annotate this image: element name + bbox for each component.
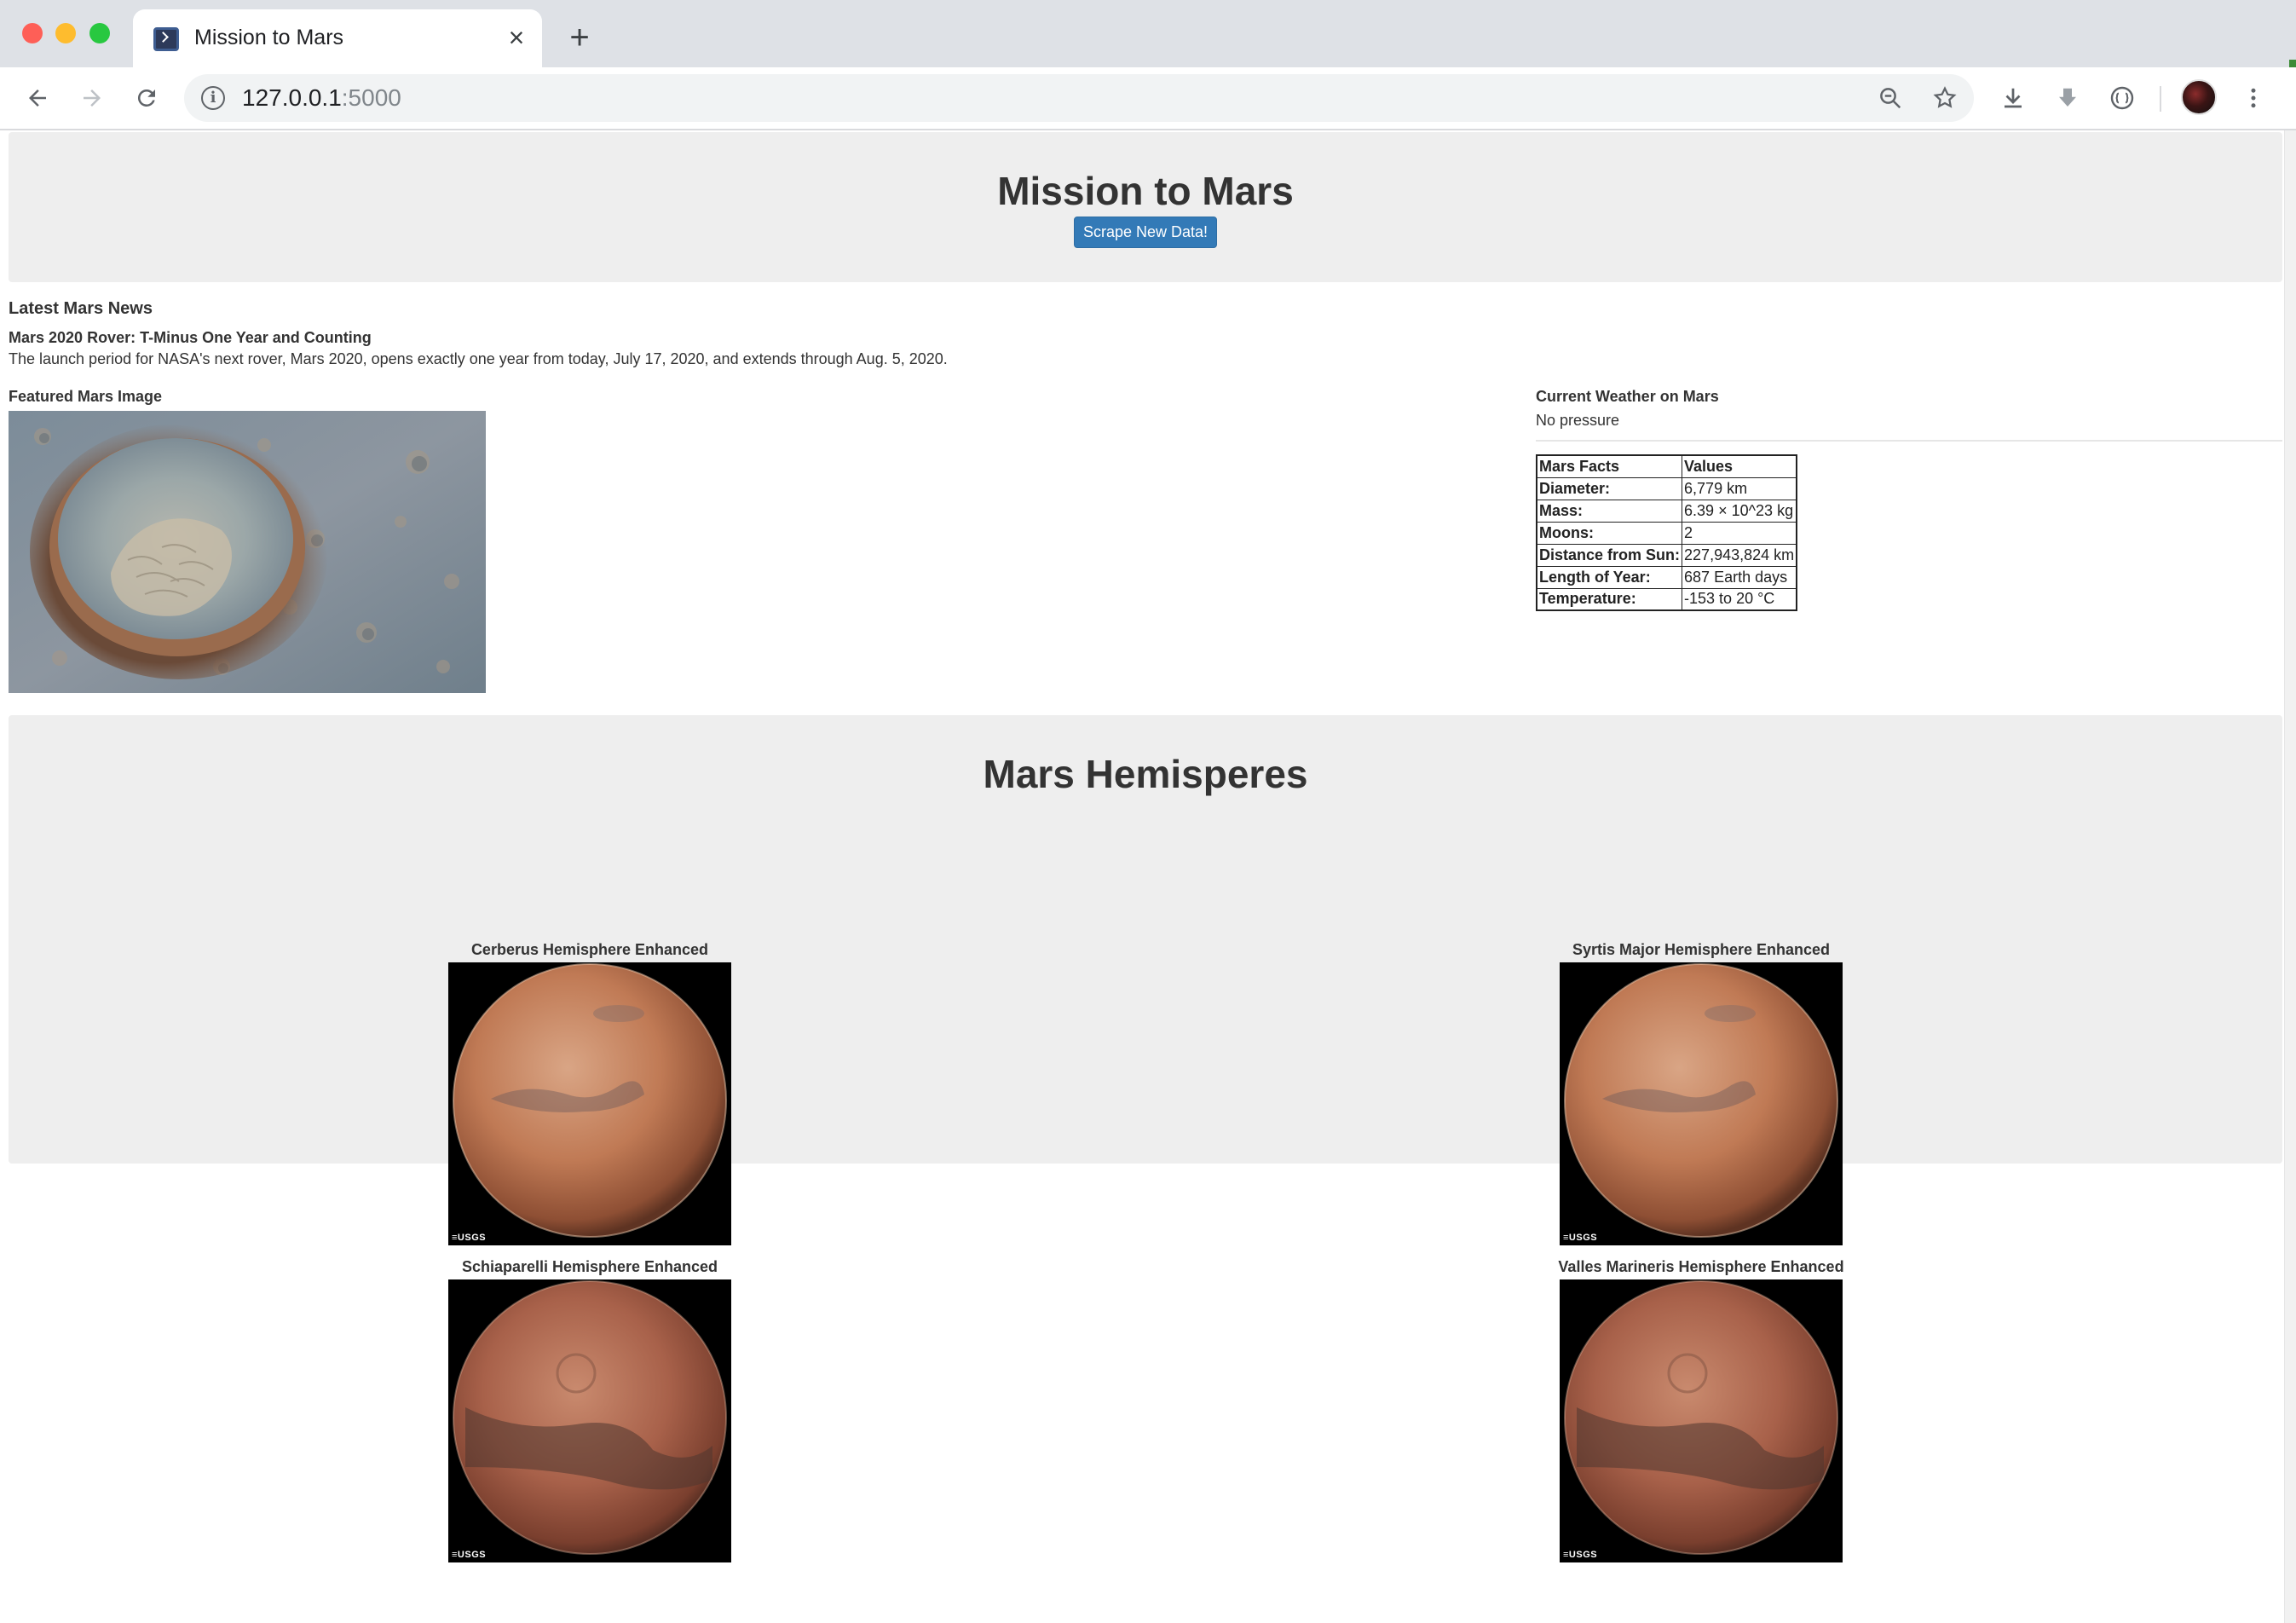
page-title: Mission to Mars	[997, 169, 1294, 213]
window-minimize-button[interactable]	[55, 23, 76, 43]
browser-toolbar: i 127.0.0.1:5000	[0, 67, 2296, 130]
browser-tab-active[interactable]: Mission to Mars ×	[133, 9, 542, 67]
site-info-icon[interactable]: i	[201, 86, 225, 110]
table-row: Mass: 6.39 × 10^23 kg	[1536, 499, 1797, 523]
window-maximize-button[interactable]	[89, 23, 110, 43]
featured-image-label: Featured Mars Image	[9, 388, 163, 405]
news-title: Mars 2020 Rover: T-Minus One Year and Co…	[9, 329, 372, 346]
page-content: Mission to Mars Scrape New Data! Latest …	[0, 132, 2284, 1623]
terminal-favicon-icon	[153, 27, 179, 51]
weather-label: Current Weather on Mars	[1536, 388, 1719, 405]
news-paragraph: The launch period for NASA's next rover,…	[9, 350, 948, 367]
table-row: Temperature: -153 to 20 °C	[1536, 587, 1797, 611]
hemisphere-caption: Syrtis Major Hemisphere Enhanced	[1572, 941, 1831, 958]
toolbar-separator	[2160, 86, 2161, 112]
usgs-logo: ≡USGS	[452, 1550, 487, 1560]
scrollbar-track[interactable]	[2284, 130, 2296, 1623]
fact-value: 6,779 km	[1682, 477, 1797, 500]
tab-close-icon[interactable]: ×	[501, 22, 532, 53]
download-arrow-icon[interactable]	[2049, 79, 2086, 117]
featured-mars-image	[9, 411, 486, 693]
new-tab-plus-icon[interactable]: +	[562, 20, 597, 55]
reload-icon[interactable]	[128, 79, 165, 117]
profile-avatar[interactable]	[2181, 79, 2217, 115]
fact-key: Mass:	[1536, 499, 1683, 523]
hemisphere-image: ≡USGS	[1560, 1279, 1843, 1562]
fact-value: -153 to 20 °C	[1682, 587, 1797, 611]
hemisphere-image: ≡USGS	[448, 1279, 731, 1562]
table-header-cell: Values	[1682, 454, 1797, 478]
hemispheres-panel: Mars Hemisperes Cerberus Hemisphere Enha…	[9, 715, 2282, 1562]
usgs-logo: ≡USGS	[452, 1233, 487, 1243]
hemisphere-image: ≡USGS	[448, 962, 731, 1245]
scrape-new-data-button[interactable]: Scrape New Data!	[1074, 217, 1217, 248]
address-bar[interactable]: i 127.0.0.1:5000	[184, 74, 1974, 122]
bookmark-star-icon[interactable]	[1930, 83, 1960, 113]
hemisphere-card-valles-marineris: Valles Marineris Hemisphere Enhanced ≡US…	[1558, 1256, 1844, 1562]
download-icon[interactable]	[1994, 79, 2032, 117]
hemispheres-title: Mars Hemisperes	[983, 752, 1308, 796]
fact-value: 2	[1682, 521, 1797, 545]
hemisphere-caption: Schiaparelli Hemisphere Enhanced	[461, 1258, 718, 1275]
extension-icon[interactable]	[2103, 79, 2141, 117]
table-row: Moons: 2	[1536, 521, 1797, 545]
fact-key: Temperature:	[1536, 587, 1683, 611]
usgs-logo: ≡USGS	[1563, 1233, 1598, 1243]
fact-value: 687 Earth days	[1682, 565, 1797, 589]
hemisphere-caption: Valles Marineris Hemisphere Enhanced	[1558, 1258, 1844, 1275]
header-jumbotron: Mission to Mars Scrape New Data!	[9, 132, 2282, 282]
hemisphere-card-cerberus: Cerberus Hemisphere Enhanced ≡USGS	[448, 939, 731, 1245]
table-row: Length of Year: 687 Earth days	[1536, 565, 1797, 589]
fact-key: Diameter:	[1536, 477, 1683, 500]
fact-value: 6.39 × 10^23 kg	[1682, 499, 1797, 523]
more-menu-icon[interactable]	[2235, 79, 2272, 117]
hemisphere-card-syrtis-major: Syrtis Major Hemisphere Enhanced ≡USGS	[1560, 939, 1843, 1245]
tab-title: Mission to Mars	[194, 26, 344, 49]
weather-text: No pressure	[1536, 412, 1620, 429]
hemisphere-caption: Cerberus Hemisphere Enhanced	[470, 941, 709, 958]
table-header-cell: Mars Facts	[1536, 454, 1683, 478]
news-heading: Latest Mars News	[9, 299, 153, 318]
back-arrow-icon[interactable]	[19, 79, 56, 117]
hemisphere-image: ≡USGS	[1560, 962, 1843, 1245]
forward-arrow-icon[interactable]	[73, 79, 111, 117]
table-row: Distance from Sun: 227,943,824 km	[1536, 543, 1797, 567]
mars-facts-table: Mars Facts Values Diameter: 6,779 km Mas…	[1536, 454, 1798, 611]
table-header-row: Mars Facts Values	[1536, 454, 1797, 478]
fact-value: 227,943,824 km	[1682, 543, 1797, 567]
window-close-button[interactable]	[22, 23, 43, 43]
usgs-logo: ≡USGS	[1563, 1550, 1598, 1560]
fact-key: Moons:	[1536, 521, 1683, 545]
browser-tab-strip: Mission to Mars × +	[0, 0, 2296, 67]
hemisphere-card-schiaparelli: Schiaparelli Hemisphere Enhanced ≡USGS	[448, 1256, 731, 1562]
table-row: Diameter: 6,779 km	[1536, 477, 1797, 500]
fact-key: Distance from Sun:	[1536, 543, 1683, 567]
fact-key: Length of Year:	[1536, 565, 1683, 589]
weather-divider	[1536, 440, 2282, 442]
url-text[interactable]: 127.0.0.1:5000	[242, 84, 401, 112]
zoom-out-icon[interactable]	[1875, 83, 1906, 113]
